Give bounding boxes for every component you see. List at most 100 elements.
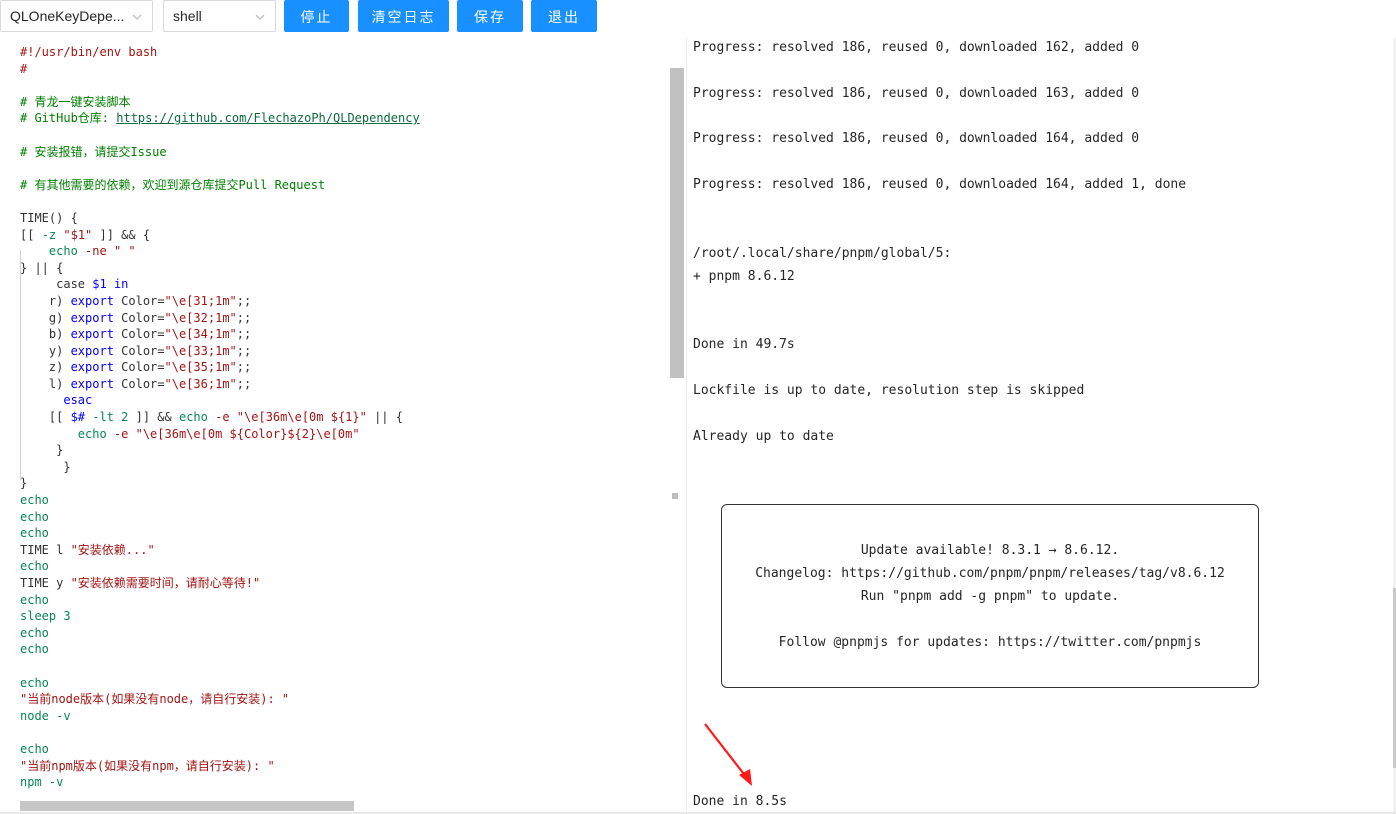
- code-token: #!/usr/bin/env bash: [20, 45, 158, 59]
- code-line: # 有其他需要的依赖，欢迎到源仓库提交Pull Request: [20, 177, 420, 194]
- code-line: node -v: [20, 708, 420, 725]
- code-line: g) export Color="\e[32;1m";;: [20, 310, 420, 327]
- code-token: b): [20, 327, 71, 342]
- editor-vertical-scrollbar[interactable]: [670, 68, 684, 378]
- code-line: # 青龙一键安装脚本: [20, 94, 420, 111]
- code-line: "当前node版本(如果没有node，请自行安装): ": [20, 691, 420, 708]
- clear-log-button[interactable]: 清空日志: [358, 0, 449, 32]
- exit-button[interactable]: 退出: [531, 0, 597, 32]
- code-token: Color=: [121, 360, 165, 375]
- code-token: "当前node版本(如果没有node，请自行安装): ": [20, 692, 290, 707]
- code-line: sleep 3: [20, 608, 420, 625]
- code-token: TIME l: [20, 542, 71, 557]
- code-token: "\e[36m\e[0m ${1}": [236, 410, 367, 425]
- code-line: echo: [20, 492, 420, 509]
- code-token: -z: [41, 227, 64, 242]
- code-line: TIME l "安装依赖...": [20, 542, 420, 559]
- code-token: sleep 3: [20, 609, 71, 624]
- code-token: ]] &&: [128, 410, 179, 425]
- follow-text: Follow @pnpmjs for updates: https://twit…: [778, 635, 1202, 650]
- code-token: "\e[31;1m": [164, 293, 237, 308]
- code-token: g): [20, 310, 71, 325]
- code-token: export: [70, 327, 122, 342]
- code-editor[interactable]: #!/usr/bin/env bash # # 青龙一键安装脚本 # GitHub仓…: [0, 38, 686, 814]
- code-line: echo: [20, 592, 420, 609]
- code-token: } || {: [20, 260, 64, 275]
- code-token: export: [70, 360, 122, 375]
- code-token: echo: [20, 493, 49, 508]
- script-select[interactable]: QLOneKeyDepe...: [0, 0, 153, 32]
- code-token: "当前npm版本(如果没有npm，请自行安装): ": [20, 758, 275, 773]
- code-line: echo: [20, 525, 420, 542]
- code-line: } || {: [20, 260, 420, 277]
- code-token: Color=: [121, 327, 165, 342]
- code-line: #!/usr/bin/env bash: [20, 44, 420, 61]
- code-line: echo: [20, 741, 420, 758]
- script-select-value: QLOneKeyDepe...: [10, 8, 125, 24]
- code-token: export: [70, 343, 122, 358]
- code-line: echo: [20, 675, 420, 692]
- code-token: l): [20, 376, 71, 391]
- code-token: -e: [113, 426, 136, 441]
- code-line: npm -v: [20, 774, 420, 791]
- code-token: ;;: [236, 293, 252, 308]
- code-token: || {: [366, 410, 403, 425]
- code-token: TIME() {: [20, 210, 78, 225]
- code-token: $#: [70, 410, 93, 425]
- code-token: #: [20, 61, 28, 76]
- code-line: r) export Color="\e[31;1m";;: [20, 293, 420, 310]
- code-line: # GitHub仓库: https://github.com/FlechazoP…: [20, 110, 420, 127]
- code-token: in: [113, 277, 129, 292]
- save-button[interactable]: 保存: [457, 0, 523, 32]
- code-token: "\e[32;1m": [164, 310, 237, 325]
- code-token: echo: [77, 426, 114, 441]
- code-token: "\e[36m\e[0m ${Color}${2}\e[0m": [135, 426, 360, 441]
- code-token: }: [20, 459, 71, 474]
- code-token: echo: [20, 509, 49, 524]
- code-token: Color=: [121, 293, 165, 308]
- toolbar: QLOneKeyDepe... shell 停止 清空日志 保存 退出: [0, 0, 1396, 38]
- code-token: # 青龙一键安装脚本: [20, 94, 131, 109]
- code-line: }: [20, 459, 420, 476]
- code-token: -ne: [85, 244, 114, 259]
- code-token: echo: [20, 625, 49, 640]
- code-token: "安装依赖...": [70, 542, 155, 557]
- annotation-arrow-icon: [704, 723, 752, 786]
- stop-button[interactable]: 停止: [284, 0, 349, 32]
- log-content: Progress: resolved 186, reused 0, downlo…: [693, 38, 1186, 809]
- code-line: l) export Color="\e[36;1m";;: [20, 376, 420, 393]
- code-token: "\e[33;1m": [164, 343, 237, 358]
- code-token: export: [70, 376, 122, 391]
- code-token: [[: [20, 410, 71, 425]
- log-panel[interactable]: Progress: resolved 186, reused 0, downlo…: [686, 38, 1396, 814]
- code-line: echo -e "\e[36m\e[0m ${Color}${2}\e[0m": [20, 426, 420, 443]
- code-line: [[ $# -lt 2 ]] && echo -e "\e[36m\e[0m $…: [20, 409, 420, 426]
- code-token: echo: [20, 675, 49, 690]
- log-line: Lockfile is up to date, resolution step …: [693, 383, 1085, 398]
- code-token: -lt: [92, 410, 122, 425]
- code-content[interactable]: #!/usr/bin/env bash # # 青龙一键安装脚本 # GitHub仓…: [20, 44, 420, 791]
- log-line: /root/.local/share/pnpm/global/5:: [693, 246, 952, 261]
- code-token: "\e[35;1m": [164, 360, 237, 375]
- log-line: Progress: resolved 186, reused 0, downlo…: [693, 86, 1140, 101]
- code-token: ;;: [236, 327, 252, 342]
- code-line: case $1 in: [20, 276, 420, 293]
- code-line: }: [20, 442, 420, 459]
- code-token: "$1": [63, 227, 93, 242]
- code-token: ;;: [236, 360, 252, 375]
- code-token: echo: [20, 642, 49, 657]
- code-line: y) export Color="\e[33;1m";;: [20, 343, 420, 360]
- type-select[interactable]: shell: [163, 0, 276, 32]
- horizontal-scrollbar[interactable]: [20, 801, 354, 811]
- code-token: echo: [20, 526, 49, 541]
- scroll-marker: [672, 493, 678, 499]
- code-line: "当前npm版本(如果没有npm，请自行安装): ": [20, 758, 420, 775]
- code-line: echo: [20, 509, 420, 526]
- code-line: # 安装报错，请提交Issue: [20, 144, 420, 161]
